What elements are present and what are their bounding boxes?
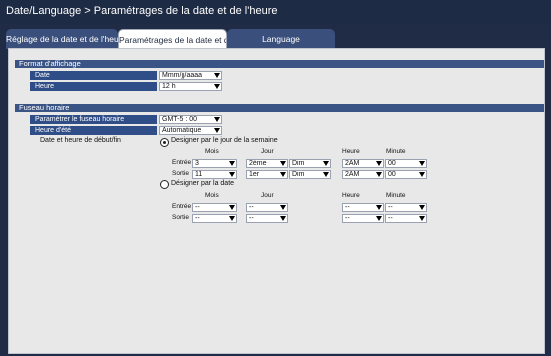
chevron-down-icon [279,215,287,222]
date-start-hour-select[interactable]: -- [342,203,384,212]
col-day: Jour [261,148,274,155]
row-start-label: Entrée [172,159,192,166]
chevron-down-icon [418,171,426,178]
section-display-format: Format d'affichage [15,60,544,68]
col-hour: Heure [342,148,360,155]
row-end-label: Sortie [172,170,189,177]
chevron-down-icon [322,160,330,167]
date-start-month-select[interactable]: -- [192,203,237,212]
chevron-down-icon [375,171,383,178]
chevron-down-icon [228,160,236,167]
date-end-minute-select[interactable]: -- [385,214,427,223]
col-minute: Minute [386,148,406,155]
content-panel [8,48,545,354]
dst-select[interactable]: Automatique [159,126,222,135]
timezone-label: Paramétrer le fuseau horaire [30,115,157,124]
app-window: Date/Language > Paramétrages de la date … [0,0,551,356]
chevron-down-icon [228,215,236,222]
row-start-label-date: Entrée [172,203,192,210]
chevron-down-icon [375,215,383,222]
date-end-month-select[interactable]: -- [192,214,237,223]
radio-weekday-label: Designer par le jour de la semaine [171,137,278,144]
chevron-down-icon [213,116,221,123]
date-end-day-select[interactable]: -- [246,214,288,223]
chevron-down-icon [375,204,383,211]
row-end-label-date: Sortie [172,214,189,221]
chevron-down-icon [322,171,330,178]
chevron-down-icon [418,204,426,211]
chevron-down-icon [279,204,287,211]
chevron-down-icon [213,127,221,134]
dst-label: Heure d'été [30,126,157,135]
chevron-down-icon [375,160,383,167]
start-month-select[interactable]: 3 [192,159,237,168]
chevron-down-icon [228,171,236,178]
start-weekday-select[interactable]: Dim [289,159,331,168]
time-format-select[interactable]: 12 h [159,82,222,91]
date-format-select[interactable]: Mmm/jj/aaaa [159,71,222,80]
chevron-down-icon [228,204,236,211]
breadcrumb-title: Date/Language > Paramétrages de la date … [6,5,278,17]
end-weekday-select[interactable]: Dim [289,170,331,179]
col-minute-date: Minute [386,192,406,199]
time-format-label: Heure [30,82,157,91]
tab-date-time-settings[interactable]: Paramétrages de la date et de l'heure [118,29,227,50]
end-hour-select[interactable]: 2AM [342,170,384,179]
title-bar: Date/Language > Paramétrages de la date … [0,0,551,24]
end-week-select[interactable]: 1er [246,170,288,179]
radio-date[interactable] [160,180,169,189]
chevron-down-icon [213,72,221,79]
timezone-select[interactable]: GMT-5 : 00 [159,115,222,124]
col-month-date: Mois [205,192,219,199]
date-start-minute-select[interactable]: -- [385,203,427,212]
start-minute-select[interactable]: 00 [385,159,427,168]
date-format-label: Date [30,71,157,80]
date-end-hour-select[interactable]: -- [342,214,384,223]
col-month: Mois [205,148,219,155]
end-month-select[interactable]: 11 [192,170,237,179]
radio-date-label: Désigner par la date [171,180,235,187]
chevron-down-icon [418,160,426,167]
tab-language[interactable]: Language [227,29,335,49]
chevron-down-icon [279,160,287,167]
tab-date-time-setting[interactable]: Réglage de la date et de l'heure [6,29,118,49]
chevron-down-icon [279,171,287,178]
start-hour-select[interactable]: 2AM [342,159,384,168]
date-start-day-select[interactable]: -- [246,203,288,212]
col-hour-date: Heure [342,192,360,199]
radio-weekday[interactable] [160,138,169,147]
col-day-date: Jour [261,192,274,199]
end-minute-select[interactable]: 00 [385,170,427,179]
start-week-select[interactable]: 2ème [246,159,288,168]
section-timezone: Fuseau horaire [15,104,544,112]
chevron-down-icon [418,215,426,222]
chevron-down-icon [213,83,221,90]
start-end-label: Date et heure de début/fin [40,137,121,144]
